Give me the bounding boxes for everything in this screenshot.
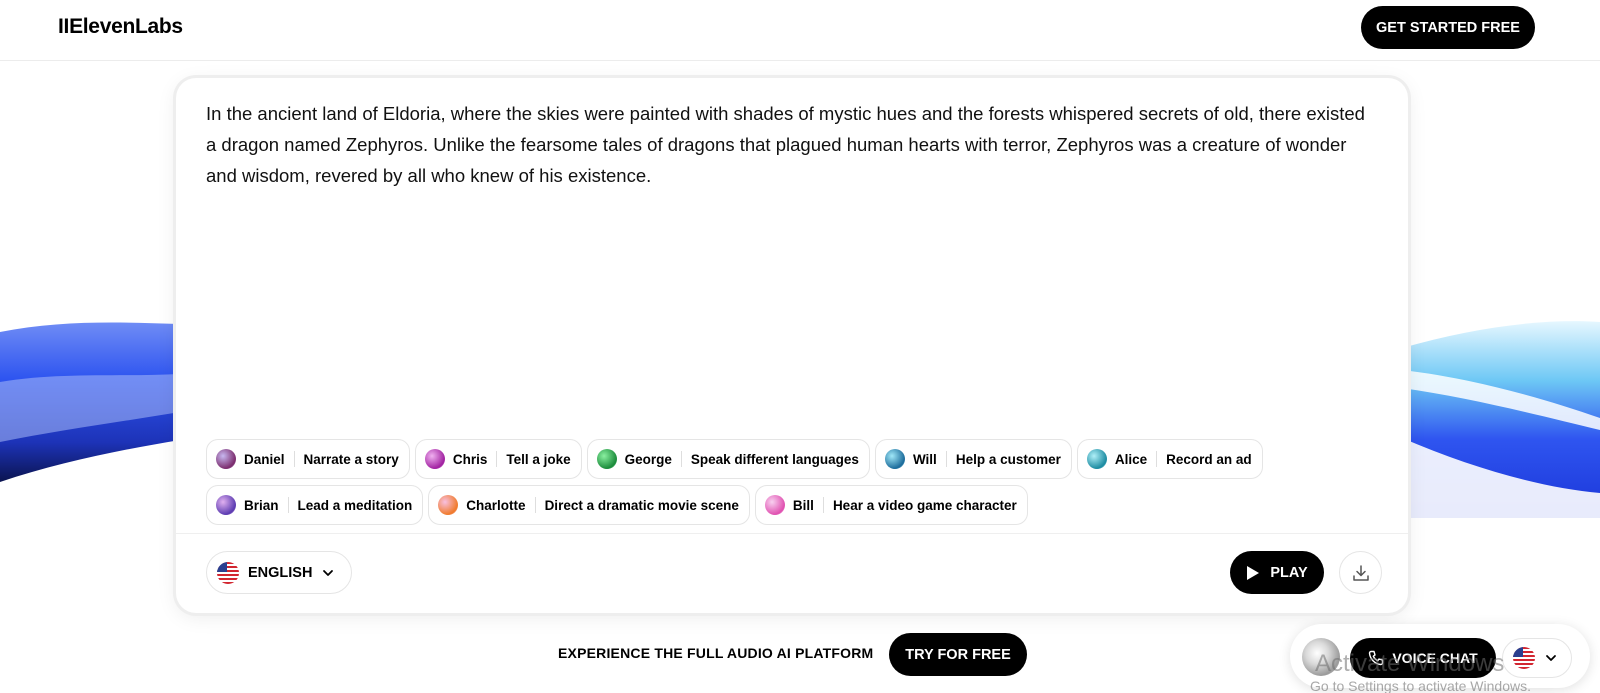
chevron-down-icon (322, 567, 334, 579)
us-flag-icon (217, 561, 239, 584)
logo[interactable]: IIElevenLabs (58, 15, 183, 39)
voice-chip[interactable]: Will Help a customer (874, 439, 1072, 479)
decorative-wave-left (0, 322, 180, 482)
play-label: PLAY (1270, 564, 1308, 581)
voice-prompt: Lead a meditation (297, 497, 413, 513)
voice-chat-button[interactable]: VOICE CHAT (1350, 638, 1496, 678)
voice-name: Bill (792, 497, 814, 513)
voice-name: Brian (244, 497, 279, 513)
chevron-down-icon (1545, 652, 1557, 664)
voice-name: Daniel (244, 451, 285, 467)
voice-name: Charlotte (466, 497, 526, 513)
chip-divider (287, 497, 289, 513)
voice-name: George (624, 451, 672, 467)
voice-avatar (596, 449, 617, 469)
voice-chat-label: VOICE CHAT (1392, 650, 1478, 666)
chip-divider (534, 497, 536, 513)
voice-avatar (216, 495, 236, 515)
voice-chip[interactable]: George Speak different languages (586, 439, 870, 479)
voice-prompt: Help a customer (955, 451, 1061, 467)
decorative-wave-right (1402, 321, 1600, 518)
voice-name: Will (912, 451, 937, 467)
language-selector[interactable]: ENGLISH (206, 551, 352, 594)
voice-name: Chris (452, 451, 488, 467)
voice-prompt: Narrate a story (303, 451, 399, 467)
chip-divider (822, 497, 824, 513)
voice-prompt: Direct a dramatic movie scene (544, 497, 739, 513)
voice-prompt: Hear a video game character (832, 497, 1017, 513)
voice-chip-list: Daniel Narrate a story Chris Tell a joke G… (206, 439, 1386, 525)
voice-avatar (438, 495, 459, 515)
download-button[interactable] (1339, 551, 1382, 594)
language-label: ENGLISH (248, 564, 313, 581)
try-for-free-button[interactable]: TRY FOR FREE (889, 633, 1027, 676)
voice-avatar (424, 449, 445, 469)
voice-avatar (1086, 449, 1107, 469)
us-flag-icon (1513, 647, 1535, 669)
download-icon (1352, 564, 1369, 581)
voice-chip[interactable]: Charlotte Direct a dramatic movie scene (428, 485, 750, 525)
voice-orb-icon[interactable] (1302, 638, 1340, 676)
voice-chip[interactable]: Daniel Narrate a story (206, 439, 410, 479)
voice-chat-widget: VOICE CHAT (1290, 624, 1590, 688)
phone-icon (1369, 650, 1384, 666)
voice-avatar (764, 495, 785, 515)
voice-avatar (884, 449, 905, 469)
voice-avatar (216, 449, 236, 469)
voice-chip[interactable]: Chris Tell a joke (414, 439, 582, 479)
widget-language-selector[interactable] (1502, 638, 1572, 678)
voice-prompt: Record an ad (1166, 451, 1252, 467)
platform-cta-text: EXPERIENCE THE FULL AUDIO AI PLATFORM (558, 645, 874, 661)
voice-chip[interactable]: Brian Lead a meditation (206, 485, 424, 525)
chip-divider (496, 451, 498, 467)
voice-prompt: Speak different languages (690, 451, 859, 467)
text-to-speech-card: In the ancient land of Eldoria, where th… (176, 78, 1408, 613)
voice-chip[interactable]: Bill Hear a video game character (754, 485, 1028, 525)
chip-divider (680, 451, 682, 467)
site-header: IIElevenLabs GET STARTED FREE (0, 0, 1600, 61)
get-started-button[interactable]: GET STARTED FREE (1361, 6, 1535, 49)
chip-divider (945, 451, 947, 467)
story-textarea[interactable]: In the ancient land of Eldoria, where th… (206, 98, 1366, 191)
voice-chip[interactable]: Alice Record an ad (1076, 439, 1263, 479)
card-divider (176, 533, 1408, 534)
chip-divider (1156, 451, 1158, 467)
voice-prompt: Tell a joke (506, 451, 571, 467)
chip-divider (293, 451, 295, 467)
play-button[interactable]: PLAY (1230, 551, 1324, 594)
play-icon (1247, 565, 1260, 580)
voice-name: Alice (1114, 451, 1148, 467)
